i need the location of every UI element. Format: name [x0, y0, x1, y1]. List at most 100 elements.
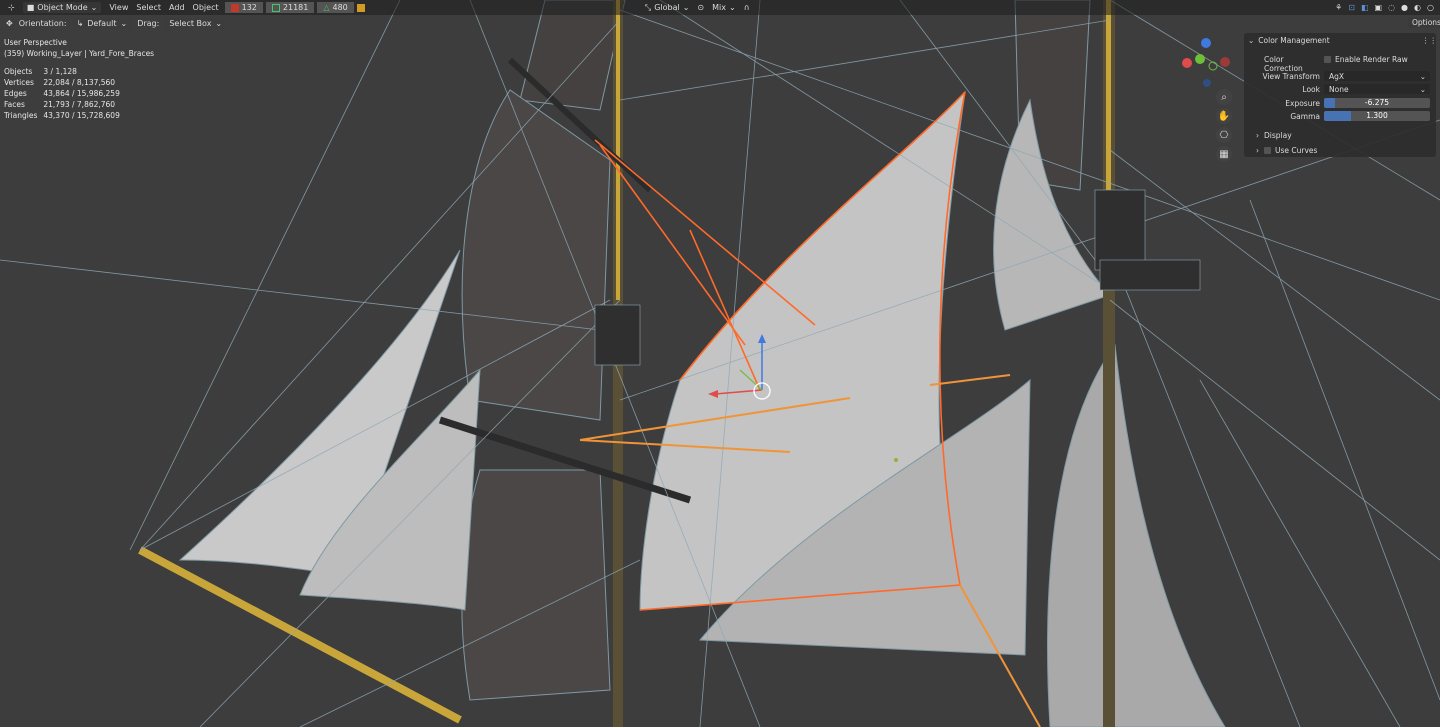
object-mode-icon: ■: [26, 3, 35, 12]
menu-add[interactable]: Add: [169, 3, 185, 12]
use-curves-subpanel[interactable]: › Use Curves: [1256, 146, 1317, 155]
menu-view-label: View: [109, 3, 129, 12]
triangle-icon: △: [323, 3, 330, 12]
gizmo-icon[interactable]: ⊡: [1348, 3, 1355, 12]
gamma-slider[interactable]: 1.300: [1324, 111, 1430, 121]
editor-type-button[interactable]: ⊹: [8, 3, 15, 12]
stat-badge-tri[interactable]: △ 480: [317, 2, 354, 13]
stats-value: 3 / 1,128: [43, 67, 77, 76]
stats-label: Triangles: [4, 111, 38, 120]
grid-perspective-icon[interactable]: ▦: [1216, 146, 1232, 162]
view-transform-dropdown[interactable]: AgX ⌄: [1324, 71, 1430, 81]
stats-label: Vertices: [4, 78, 34, 87]
overlay-icon[interactable]: ◧: [1361, 3, 1369, 12]
menu-select[interactable]: Select: [136, 3, 161, 12]
stats-label: Faces: [4, 100, 25, 109]
drag-handle-icon[interactable]: ⋮⋮: [1422, 36, 1437, 45]
options-label: Options: [1412, 18, 1440, 27]
chevron-down-icon: ⌄: [1419, 71, 1426, 81]
enable-raw-label: Enable Render Raw: [1335, 55, 1408, 64]
look-dropdown[interactable]: None ⌄: [1324, 84, 1430, 94]
gamma-value: 1.300: [1366, 111, 1388, 120]
pivot-button[interactable]: ⊙: [697, 3, 704, 12]
orientation-dropdown[interactable]: ↳ Default ⌄: [72, 17, 132, 29]
shading-wire-icon[interactable]: ◌: [1388, 3, 1395, 12]
use-curves-label: Use Curves: [1275, 146, 1318, 155]
panel-title: Color Management: [1258, 36, 1330, 45]
color-correction-label: Color Correction: [1264, 55, 1303, 73]
stat-badge-green[interactable]: 21181: [265, 2, 315, 13]
tool-settings-bar: ✥ Orientation: ↳ Default ⌄ Drag: Select …: [0, 16, 227, 30]
chevron-down-icon: ⌄: [1419, 84, 1426, 94]
chevron-down-icon: ⌄: [215, 18, 223, 28]
snap-mix[interactable]: Mix ⌄: [712, 3, 736, 12]
drag-label: Drag:: [137, 18, 160, 28]
stats-row: Objects 3 / 1,128: [4, 66, 126, 77]
enable-raw-checkbox[interactable]: Enable Render Raw: [1324, 55, 1408, 64]
transform-tool-icon[interactable]: ✥: [6, 19, 13, 28]
panel-header[interactable]: ⌄ Color Management: [1248, 36, 1330, 45]
shading-solid-icon[interactable]: ●: [1401, 3, 1408, 12]
color-management-panel: ⌄ Color Management ⋮⋮ Color Correction E…: [1244, 33, 1437, 157]
display-label: Display: [1264, 131, 1292, 140]
drag-value: Select Box: [169, 18, 212, 28]
chevron-right-icon: ›: [1256, 146, 1259, 155]
mode-dropdown[interactable]: ■ Object Mode ⌄: [22, 2, 102, 13]
view-name: User Perspective: [4, 38, 67, 47]
chevron-down-icon: ⌄: [728, 3, 736, 12]
exposure-value: -6.275: [1364, 98, 1390, 107]
proportional-icon: ∩: [743, 3, 750, 12]
heart-icon: [230, 3, 239, 12]
pivot-icon: ⊙: [697, 3, 705, 12]
exposure-slider[interactable]: -6.275: [1324, 98, 1430, 108]
transform-label: Global: [654, 3, 680, 12]
stat-badge-red[interactable]: 132: [224, 2, 263, 13]
viewport-stats: User Perspective (359) Working_Layer | Y…: [4, 37, 154, 121]
stats-label: Edges: [4, 89, 27, 98]
look-value: None: [1329, 84, 1349, 94]
menu-view[interactable]: View: [109, 3, 128, 12]
stat-green-value: 21181: [282, 3, 309, 12]
stats-value: 43,864 / 15,986,259: [43, 89, 120, 98]
stat-red-value: 132: [241, 3, 257, 12]
mix-label: Mix: [712, 3, 726, 12]
collection-name: (359) Working_Layer | Yard_Fore_Braces: [4, 49, 155, 58]
viewport-header: ⊹ ■ Object Mode ⌄ View Select Add Object…: [0, 0, 1440, 15]
display-subpanel[interactable]: › Display: [1256, 131, 1292, 140]
hand-pan-icon[interactable]: ✋: [1216, 108, 1232, 124]
zoom-icon[interactable]: ⌕: [1216, 89, 1232, 105]
look-label: Look: [1302, 85, 1320, 94]
exposure-label: Exposure: [1285, 99, 1320, 108]
global-icon: ⤡: [644, 2, 652, 12]
options-button[interactable]: Options: [1408, 17, 1440, 28]
shading-material-icon[interactable]: ◐: [1414, 3, 1421, 12]
proportional-edit-button[interactable]: ∩: [744, 3, 750, 12]
checkbox-icon[interactable]: [1264, 147, 1271, 154]
stat-tri-value: 480: [332, 3, 348, 12]
menu-select-label: Select: [136, 3, 162, 12]
stats-value: 43,370 / 15,728,609: [43, 111, 120, 120]
shading-render-icon[interactable]: ○: [1427, 3, 1434, 12]
menu-object-label: Object: [192, 3, 219, 12]
chevron-down-icon: ⌄: [120, 18, 128, 28]
stats-value: 22,084 / 8,137,560: [43, 78, 116, 87]
stats-value: 21,793 / 7,862,760: [43, 100, 116, 109]
square-icon: [271, 3, 280, 12]
orientation-label: Orientation:: [18, 18, 67, 28]
menu-object[interactable]: Object: [193, 3, 219, 12]
transform-orientation[interactable]: ⤡ Global ⌄: [645, 3, 690, 13]
stats-table: Objects 3 / 1,128 Vertices 22,084 / 8,137,…: [4, 66, 126, 121]
stats-row: Vertices 22,084 / 8,137,560: [4, 77, 126, 88]
orientation-value: Default: [87, 18, 117, 28]
chevron-right-icon: ›: [1256, 131, 1259, 140]
camera-icon[interactable]: ⎔: [1216, 127, 1232, 143]
drag-dropdown[interactable]: Select Box ⌄: [165, 17, 227, 29]
stats-row: Triangles 43,370 / 15,728,609: [4, 110, 126, 121]
editor-icon: ⊹: [8, 3, 15, 12]
menu-add-label: Add: [169, 3, 185, 12]
xray-icon[interactable]: ▣: [1375, 3, 1383, 12]
stats-row: Edges 43,864 / 15,986,259: [4, 88, 126, 99]
visibility-icon[interactable]: ⚘: [1335, 3, 1342, 12]
gamma-label: Gamma: [1290, 112, 1320, 121]
box-icon[interactable]: [356, 3, 365, 12]
